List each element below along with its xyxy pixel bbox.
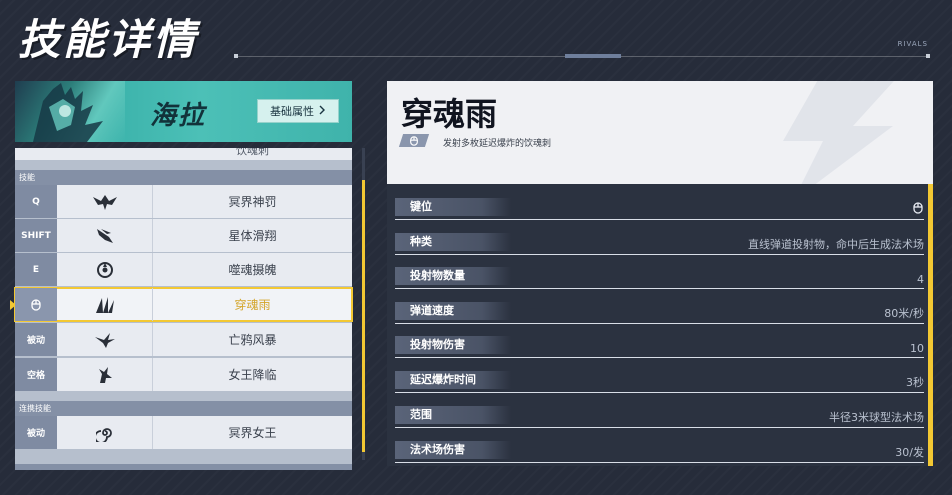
lightning-bolt-icon [783,81,894,184]
attr-label: 弹道速度 [395,302,511,320]
skill-key-tag [398,131,430,150]
hero-portrait-icon [33,83,103,142]
spiral-icon [57,416,153,449]
list-bottom-bar [15,464,352,470]
base-attributes-label: 基础属性 [270,105,314,118]
attr-label: 投射物数量 [395,267,511,285]
section-header-team-up: 连携技能 [15,401,352,416]
attr-value: 3秒 [906,376,924,389]
attr-value: 半径3米球型法术场 [829,411,924,424]
mouse-button-icon [912,202,924,217]
section-header-skills: 技能 [15,170,352,185]
attr-label: 键位 [395,198,511,216]
header-tick-right [926,54,930,58]
skill-row-e[interactable]: E 噬魂摄魄 [15,253,352,286]
attr-value: 直线弹道投射物，命中后生成法术场 [748,238,924,251]
attr-row-projectile-speed: 弹道速度 80米/秒 [395,294,924,324]
attr-row-projectile-damage: 投射物伤害 10 [395,328,924,358]
attr-value: 30/发 [895,446,924,459]
attr-row-keybind: 键位 [395,190,924,220]
skill-detail-header: 穿魂雨 发射多枚延迟爆炸的饮魂刺 [387,81,933,184]
scrollbar-thumb[interactable] [362,180,365,452]
dash-feather-icon [57,219,153,252]
attr-label: 种类 [395,233,511,251]
skill-key: 空格 [15,358,57,391]
skill-name: 亡鸦风暴 [228,333,277,347]
skill-description: 发射多枚延迟爆炸的饮魂刺 [443,139,552,149]
attr-row-type: 种类 直线弹道投射物，命中后生成法术场 [395,225,924,255]
mouse-button-icon [409,131,419,150]
attr-value: 10 [910,342,924,355]
mouse-button-icon [15,288,57,321]
skill-attributes[interactable]: 键位 种类 直线弹道投射物，命中后生成法术场 投射物数量 4 弹道速度 80米/… [387,184,933,466]
skill-title: 穿魂雨 [401,95,498,133]
claw-spikes-icon [57,288,153,321]
skill-key: Q [15,185,57,218]
page-title: 技能详情 [18,15,199,64]
hero-portrait [15,81,125,142]
skill-name: 冥界女王 [228,426,277,440]
raven-wings-icon [57,185,153,218]
soul-orb-icon [57,253,153,286]
skill-name: 饮魂刺 [236,148,269,157]
hero-banner: 海拉 基础属性 [15,81,352,142]
skill-key: SHIFT [15,219,57,252]
attr-row-delay: 延迟爆炸时间 3秒 [395,363,924,393]
skill-key: 被动 [15,323,57,356]
hero-name: 海拉 [150,101,207,131]
skill-row-team-up-passive[interactable]: 被动 冥界女王 [15,416,352,449]
attr-label: 法术场伤害 [395,441,511,459]
attr-row-projectile-count: 投射物数量 4 [395,259,924,289]
base-attributes-button[interactable]: 基础属性 [257,99,339,123]
attr-value: 80米/秒 [884,307,924,320]
skill-row-mouse-selected[interactable]: 穿魂雨 [10,287,353,322]
header-accent-bar [565,54,621,58]
skill-name: 星体滑翔 [228,229,277,243]
header-tick-left [234,54,238,58]
raven-rise-icon [57,358,153,391]
skill-key: 被动 [15,416,57,449]
skill-row-shift[interactable]: SHIFT 星体滑翔 [15,219,352,252]
skills-scrollbar[interactable] [362,148,365,460]
attr-row-field-damage: 法术场伤害 30/发 [395,433,924,463]
skill-key: E [15,253,57,286]
attr-row-range: 范围 半径3米球型法术场 [395,398,924,428]
attr-label: 投射物伤害 [395,336,511,354]
skill-row-q[interactable]: Q 冥界神罚 [15,185,352,218]
skill-name: 冥界神罚 [228,195,277,209]
skill-row-passive[interactable]: 被动 亡鸦风暴 [15,323,352,356]
skills-list[interactable]: 饮魂刺 技能 Q 冥界神罚 SHIFT 星体滑翔 E 噬魂摄魄 穿魂雨 被动 亡… [10,148,353,470]
skill-name: 穿魂雨 [234,298,271,312]
skill-name: 女王降临 [228,368,277,382]
attr-label: 延迟爆炸时间 [395,371,511,389]
raven-icon [57,323,153,356]
attr-value: 4 [917,273,924,286]
brand-tag: RIVALS [897,40,928,48]
skill-row-partial[interactable]: 饮魂刺 [15,148,352,160]
skill-name: 噬魂摄魄 [228,263,277,277]
skill-row-space[interactable]: 空格 女王降临 [15,358,352,391]
chevron-right-icon [318,105,326,118]
attr-label: 范围 [395,406,511,424]
